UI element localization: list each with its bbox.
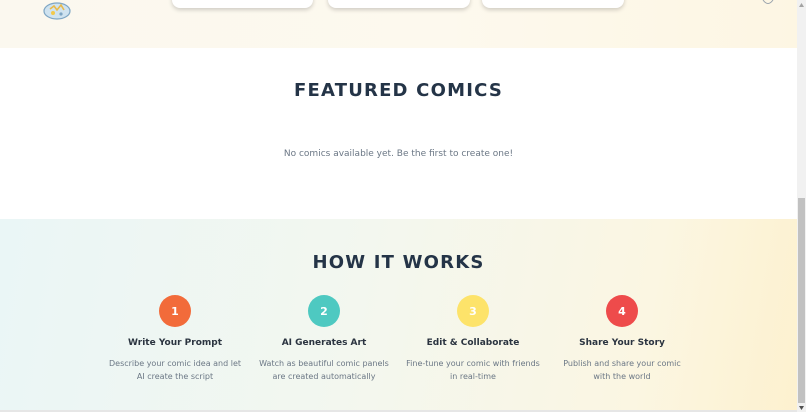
hero-card[interactable] bbox=[482, 0, 624, 8]
step-description: Fine-tune your comic with friends in rea… bbox=[406, 359, 540, 381]
step-edit-collaborate: 3 Edit & Collaborate Fine-tune your comi… bbox=[405, 295, 541, 383]
scroll-up-arrow-icon[interactable] bbox=[797, 0, 806, 9]
step-write-prompt: 1 Write Your Prompt Describe your comic … bbox=[107, 295, 243, 383]
step-ai-generates-art: 2 AI Generates Art Watch as beautiful co… bbox=[256, 295, 392, 383]
featured-comics-section: Featured Comics No comics available yet.… bbox=[0, 48, 797, 219]
comic-sticker-icon bbox=[43, 2, 71, 20]
featured-comics-title: Featured Comics bbox=[293, 80, 503, 101]
step-description: Publish and share your comic with the wo… bbox=[563, 359, 681, 381]
step-description: Describe your comic idea and let AI crea… bbox=[108, 359, 242, 381]
step-number-badge: 3 bbox=[457, 295, 489, 327]
scroll-down-arrow-icon[interactable] bbox=[797, 403, 806, 412]
step-title: AI Generates Art bbox=[281, 338, 367, 348]
step-number-badge: 1 bbox=[159, 295, 191, 327]
vertical-scrollbar[interactable] bbox=[797, 0, 806, 412]
chat-bubble-icon bbox=[762, 0, 774, 4]
step-title: Write Your Prompt bbox=[127, 338, 223, 348]
how-it-works-section: How It Works 1 Write Your Prompt Describ… bbox=[0, 219, 797, 410]
step-title: Edit & Collaborate bbox=[426, 338, 520, 348]
scrollbar-thumb[interactable] bbox=[798, 198, 805, 403]
hero-card[interactable] bbox=[172, 0, 313, 8]
step-share-story: 4 Share Your Story Publish and share you… bbox=[554, 295, 690, 383]
empty-comics-message: No comics available yet. Be the first to… bbox=[283, 149, 514, 159]
hero-card[interactable] bbox=[328, 0, 470, 8]
step-title: Share Your Story bbox=[579, 338, 665, 348]
hero-section-bottom bbox=[0, 0, 797, 48]
step-number-badge: 4 bbox=[606, 295, 638, 327]
step-description: Watch as beautiful comic panels are crea… bbox=[259, 359, 389, 381]
step-number-badge: 2 bbox=[308, 295, 340, 327]
how-it-works-title: How It Works bbox=[312, 252, 485, 273]
